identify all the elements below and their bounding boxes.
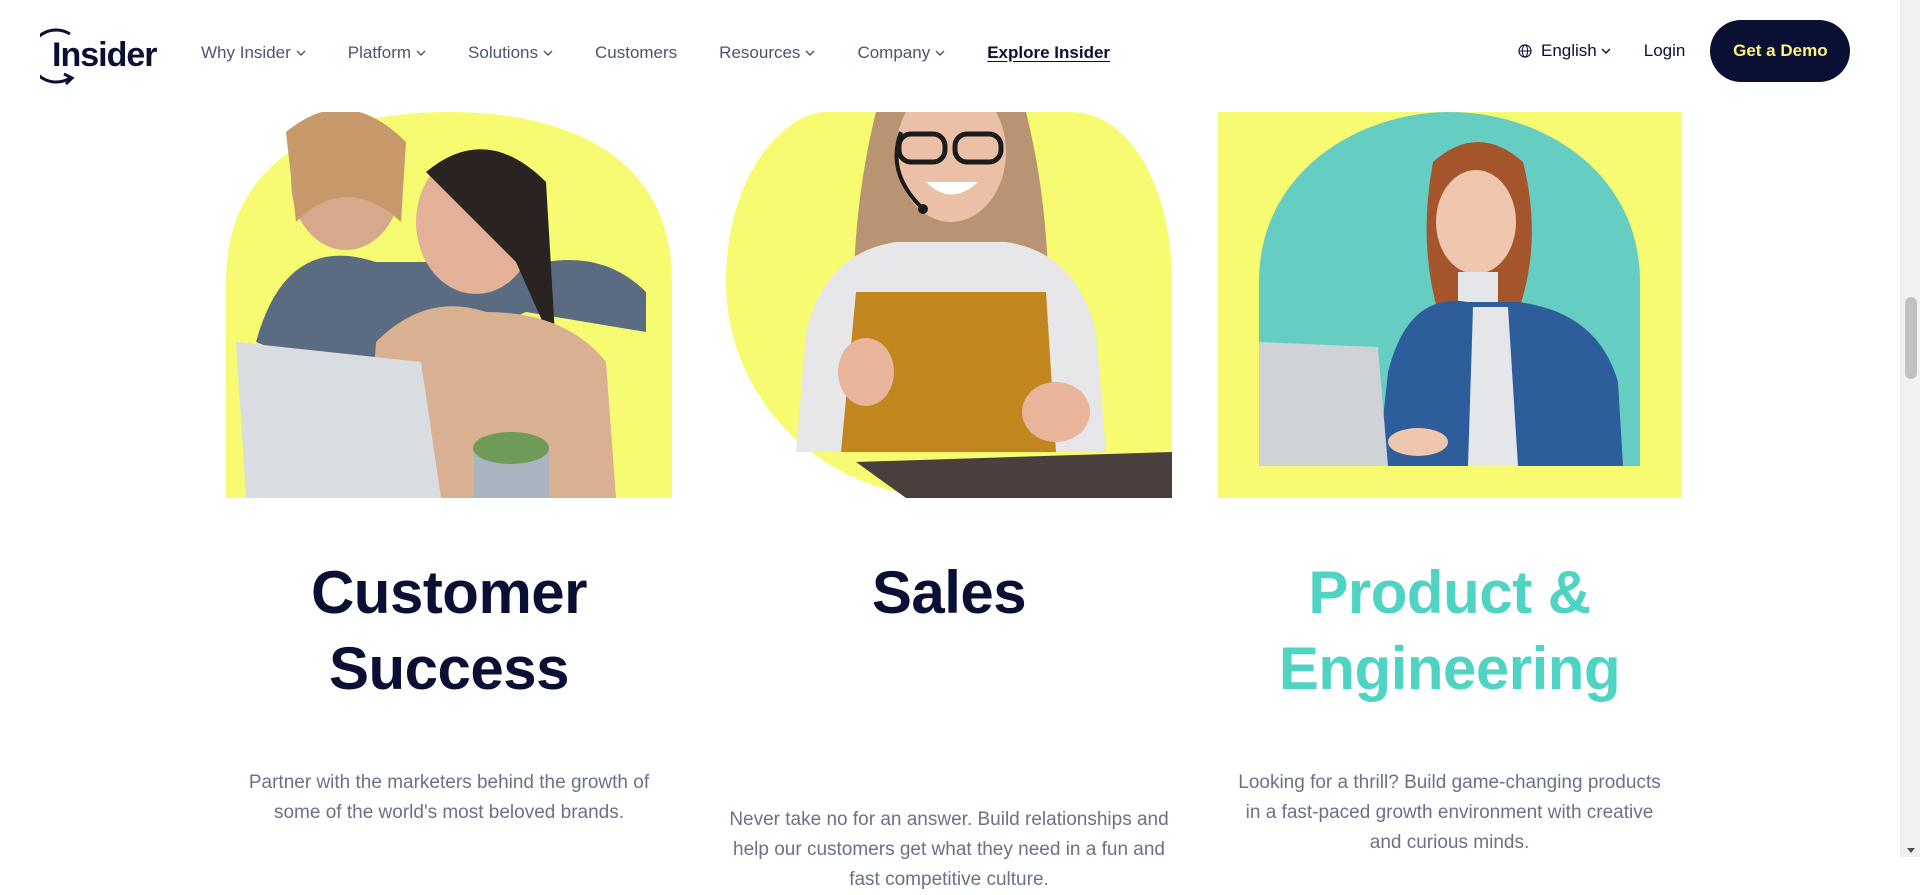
nav-company[interactable]: Company [857, 43, 945, 63]
chevron-down-icon [543, 50, 553, 56]
site-header: Insider Why Insider Platform Solutions C… [0, 0, 1900, 111]
description-line: fast competitive culture. [849, 869, 1049, 890]
insider-logo[interactable]: Insider [40, 26, 165, 86]
page-scrollbar[interactable] [1900, 0, 1920, 857]
chevron-down-icon [1601, 48, 1611, 54]
nav-company-label: Company [857, 43, 931, 62]
chevron-down-icon [296, 50, 306, 56]
description-line: help our customers get what they need in… [733, 839, 1165, 860]
sales-photo [726, 112, 1172, 498]
logo-text: Insider [52, 36, 157, 74]
title-line: Success [328, 635, 570, 702]
title-line: Customer [310, 559, 588, 626]
sales-description: Never take no for an answer. Build relat… [726, 805, 1172, 895]
scrollbar-thumb[interactable] [1905, 297, 1917, 379]
nav-resources-label: Resources [719, 43, 801, 62]
description-line: Looking for a thrill? Build game-changin… [1238, 772, 1661, 793]
header-actions: English Login Get a Demo [1518, 20, 1851, 82]
nav-explore-insider[interactable]: Explore Insider [987, 43, 1110, 63]
description-line: Partner with the marketers behind the gr… [248, 772, 650, 793]
description-line: some of the world's most beloved brands. [273, 802, 625, 823]
nav-why-insider-label: Why Insider [201, 43, 291, 62]
description-line: in a fast-paced growth environment with … [1245, 802, 1654, 823]
nav-resources[interactable]: Resources [719, 43, 815, 63]
get-a-demo-button[interactable]: Get a Demo [1710, 20, 1851, 82]
nav-customers[interactable]: Customers [595, 43, 677, 63]
customer-success-photo [226, 112, 672, 498]
nav-solutions-label: Solutions [468, 43, 538, 62]
description-line: and curious minds. [1369, 832, 1530, 853]
title-line: Product & [1308, 559, 1591, 626]
description-line: Never take no for an answer. Build relat… [729, 809, 1169, 830]
title-line: Sales [871, 559, 1027, 626]
globe-icon [1518, 44, 1532, 58]
login-link[interactable]: Login [1644, 41, 1686, 61]
scroll-down-arrow-icon[interactable] [1907, 848, 1915, 853]
product-engineering-title: Product & Engineering [1218, 555, 1681, 707]
nav-customers-label: Customers [594, 43, 678, 62]
customer-success-title: Customer Success [226, 555, 672, 707]
title-line: Engineering [1278, 635, 1621, 702]
nav-why-insider[interactable]: Why Insider [201, 43, 306, 63]
customer-success-description: Partner with the marketers behind the gr… [226, 768, 672, 828]
language-selector[interactable]: English [1518, 41, 1611, 61]
chevron-down-icon [416, 50, 426, 56]
chevron-down-icon [935, 50, 945, 56]
nav-platform[interactable]: Platform [348, 43, 426, 63]
sales-title: Sales [726, 555, 1172, 631]
language-label: English [1541, 41, 1597, 60]
chevron-down-icon [805, 50, 815, 56]
main-nav: Why Insider Platform Solutions Customers… [201, 43, 1110, 63]
nav-solutions[interactable]: Solutions [468, 43, 553, 63]
nav-platform-label: Platform [347, 43, 412, 62]
product-engineering-photo [1218, 112, 1681, 498]
product-engineering-description: Looking for a thrill? Build game-changin… [1218, 768, 1681, 858]
